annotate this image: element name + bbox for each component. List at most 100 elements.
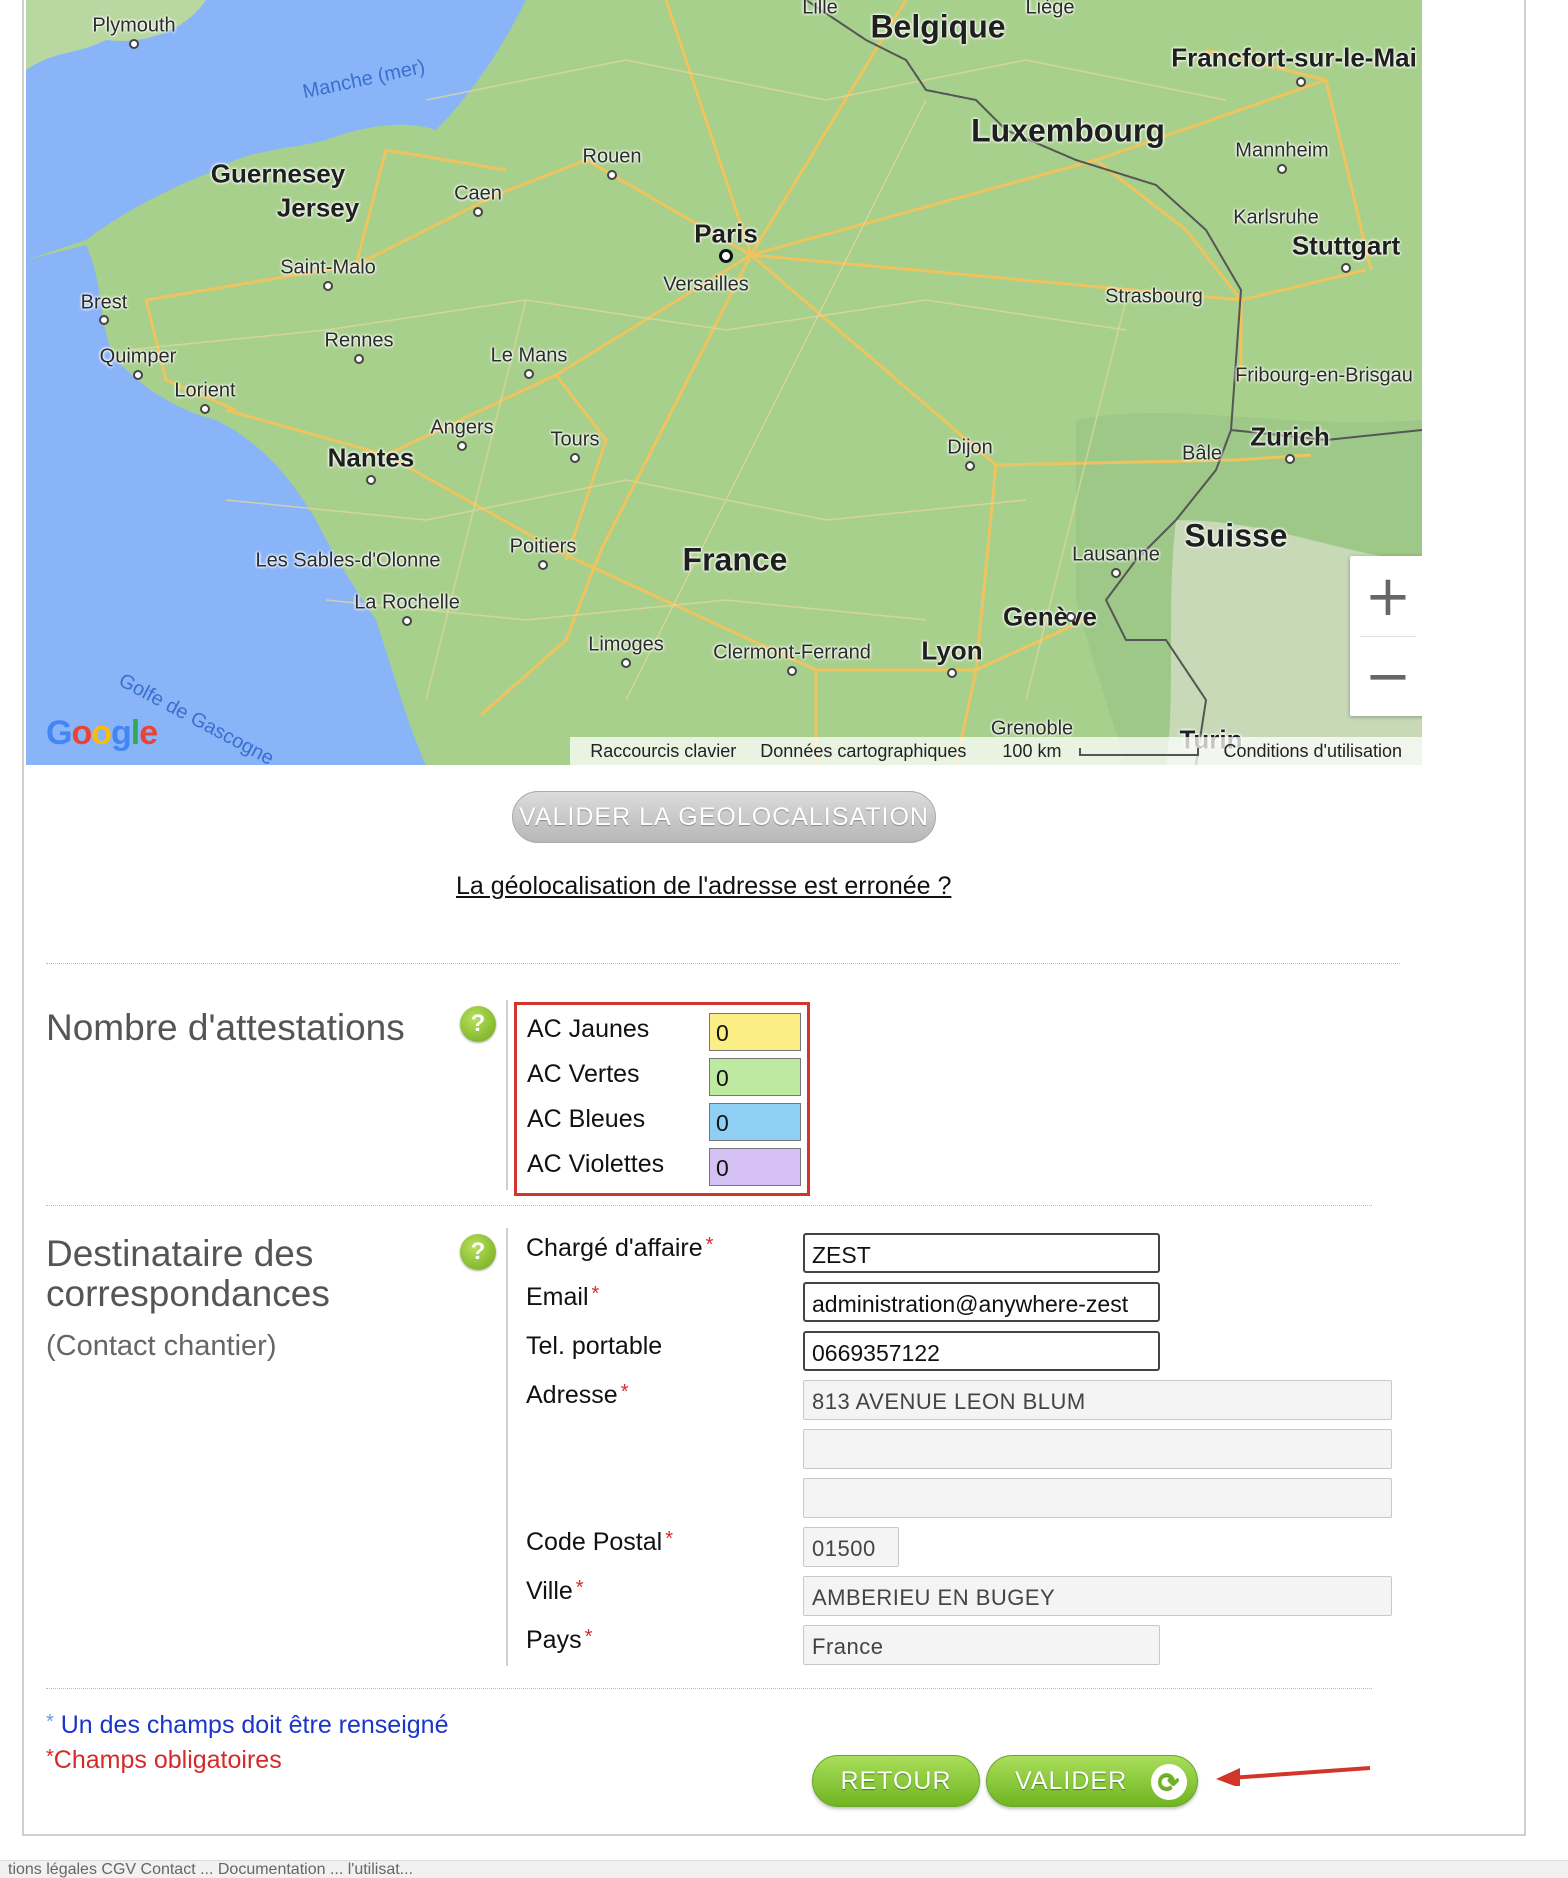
map-city-lyon: Lyon xyxy=(921,635,983,666)
keyboard-shortcuts-link[interactable]: Raccourcis clavier xyxy=(578,741,748,762)
legend-one-required: * Un des champs doit être renseigné xyxy=(46,1711,448,1740)
map-city-dot xyxy=(1277,164,1287,174)
map-country-suisse: Suisse xyxy=(1184,517,1288,554)
manager-input[interactable]: ZEST xyxy=(803,1233,1160,1273)
map-city-dot xyxy=(1111,568,1121,578)
minus-icon: − xyxy=(1364,643,1412,709)
email-input[interactable]: administration@anywhere-zest xyxy=(803,1282,1160,1322)
email-label: Email * xyxy=(526,1283,599,1312)
map-scale[interactable]: 100 km xyxy=(978,741,1211,762)
map-city-les-sables: Les Sables-d'Olonne xyxy=(255,549,441,572)
attestation-input-violettes[interactable]: 0 xyxy=(709,1148,801,1186)
map-city-dot xyxy=(366,475,376,485)
attestation-label-jaunes: AC Jaunes xyxy=(527,1015,650,1043)
map-capital-paris: Paris xyxy=(694,218,758,249)
map-zoom-control: + − xyxy=(1350,556,1422,716)
map-city-dot xyxy=(473,207,483,217)
attestation-input-bleues[interactable]: 0 xyxy=(709,1103,801,1141)
attestation-input-jaunes[interactable]: 0 xyxy=(709,1013,801,1051)
map-city-dot xyxy=(607,170,617,180)
required-mark: * xyxy=(620,1381,629,1403)
refresh-icon: ⟳ xyxy=(1151,1764,1187,1800)
map-data-link[interactable]: Données cartographiques xyxy=(748,741,978,762)
map-city-dot xyxy=(1066,612,1076,622)
country-input[interactable]: France xyxy=(803,1625,1160,1665)
phone-input[interactable]: 0669357122 xyxy=(803,1331,1160,1371)
validate-button-label: VALIDER xyxy=(1015,1766,1128,1795)
map-city-geneve: Genève xyxy=(1003,601,1097,632)
attestation-label-bleues: AC Bleues xyxy=(527,1105,646,1133)
map-city-dot xyxy=(524,369,534,379)
zoom-divider xyxy=(1360,636,1416,637)
map-scale-label: 100 km xyxy=(1002,740,1062,761)
phone-label: Tel. portable xyxy=(526,1332,663,1360)
attestation-input-vertes[interactable]: 0 xyxy=(709,1058,801,1096)
map-city-lille: Lille xyxy=(802,0,838,19)
map-city-la-rochelle: La Rochelle xyxy=(354,591,460,614)
attestations-box: AC Jaunes 0 AC Vertes 0 AC Bleues 0 AC V… xyxy=(514,1002,810,1196)
map-city-dot xyxy=(457,441,467,451)
city-label-text: Ville xyxy=(526,1577,573,1605)
address-line1-input[interactable]: 813 AVENUE LEON BLUM xyxy=(803,1380,1392,1420)
map-city-bale: Bâle xyxy=(1181,442,1223,465)
attestation-label-vertes: AC Vertes xyxy=(527,1060,640,1088)
map-city-saint-malo: Saint-Malo xyxy=(280,256,376,279)
map-city-poitiers: Poitiers xyxy=(509,535,577,558)
address-label-text: Adresse xyxy=(526,1381,618,1409)
map-city-brest: Brest xyxy=(80,291,128,314)
map-country-luxembourg: Luxembourg xyxy=(971,112,1165,149)
map-city-nantes: Nantes xyxy=(327,442,415,473)
map-city-clermont: Clermont-Ferrand xyxy=(713,641,871,664)
recipient-subtitle: (Contact chantier) xyxy=(46,1330,277,1362)
map-city-dot xyxy=(1285,454,1295,464)
vertical-separator xyxy=(506,1228,508,1666)
help-icon[interactable]: ? xyxy=(460,1234,496,1270)
section-divider xyxy=(46,1688,1372,1689)
back-button[interactable]: RETOUR xyxy=(812,1755,980,1807)
map-city-tours: Tours xyxy=(550,428,600,451)
address-label: Adresse * xyxy=(526,1381,629,1410)
map-city-dot xyxy=(621,658,631,668)
map-city-rennes: Rennes xyxy=(324,329,394,352)
zip-label-text: Code Postal xyxy=(526,1528,663,1556)
address-line3-input[interactable] xyxy=(803,1478,1392,1518)
map-city-dot xyxy=(1341,263,1351,273)
zoom-in-button[interactable]: + xyxy=(1350,556,1422,636)
section-divider xyxy=(46,963,1400,964)
map-region-guernesey: Guernesey xyxy=(210,158,346,189)
validate-button[interactable]: VALIDER ⟳ xyxy=(986,1755,1198,1807)
map[interactable]: Plymouth Lille Belgique Liège Francfort-… xyxy=(26,0,1422,765)
plus-icon: + xyxy=(1364,563,1412,629)
legend-mandatory-text: Champs obligatoires xyxy=(53,1746,282,1774)
required-mark: * xyxy=(591,1283,600,1305)
map-city-dot xyxy=(354,354,364,364)
map-city-dot xyxy=(200,404,210,414)
map-city-versailles: Versailles xyxy=(663,273,749,296)
required-mark: * xyxy=(584,1626,593,1648)
map-city-dot xyxy=(787,666,797,676)
map-city-dot xyxy=(402,616,412,626)
help-icon[interactable]: ? xyxy=(460,1006,496,1042)
manager-label-text: Chargé d'affaire xyxy=(526,1234,703,1262)
map-city-francfort: Francfort-sur-le-Mai xyxy=(1171,42,1417,73)
map-city-fribourg: Fribourg-en-Brisgau xyxy=(1235,364,1413,387)
map-city-le-mans: Le Mans xyxy=(490,344,568,367)
geolocation-error-link[interactable]: La géolocalisation de l'adresse est erro… xyxy=(456,872,951,901)
map-city-dot xyxy=(323,281,333,291)
city-label: Ville * xyxy=(526,1577,584,1606)
map-region-jersey: Jersey xyxy=(276,192,360,223)
zoom-out-button[interactable]: − xyxy=(1350,636,1422,716)
site-footer: tions légales CGV Contact ... Documentat… xyxy=(0,1860,1568,1878)
google-logo: Google xyxy=(46,714,158,752)
legend-one-required-text: Un des champs doit être renseigné xyxy=(60,1711,449,1739)
terms-link[interactable]: Conditions d'utilisation xyxy=(1211,741,1414,762)
map-city-quimper: Quimper xyxy=(99,345,177,368)
map-city-dot xyxy=(129,39,139,49)
city-input[interactable]: AMBERIEU EN BUGEY xyxy=(803,1576,1392,1616)
address-line2-input[interactable] xyxy=(803,1429,1392,1469)
email-label-text: Email xyxy=(526,1283,589,1311)
validate-geolocation-button[interactable]: VALIDER LA GEOLOCALISATION xyxy=(512,791,936,843)
map-capital-dot xyxy=(719,249,733,263)
map-country-france: France xyxy=(682,541,788,578)
zip-input[interactable]: 01500 xyxy=(803,1527,899,1567)
